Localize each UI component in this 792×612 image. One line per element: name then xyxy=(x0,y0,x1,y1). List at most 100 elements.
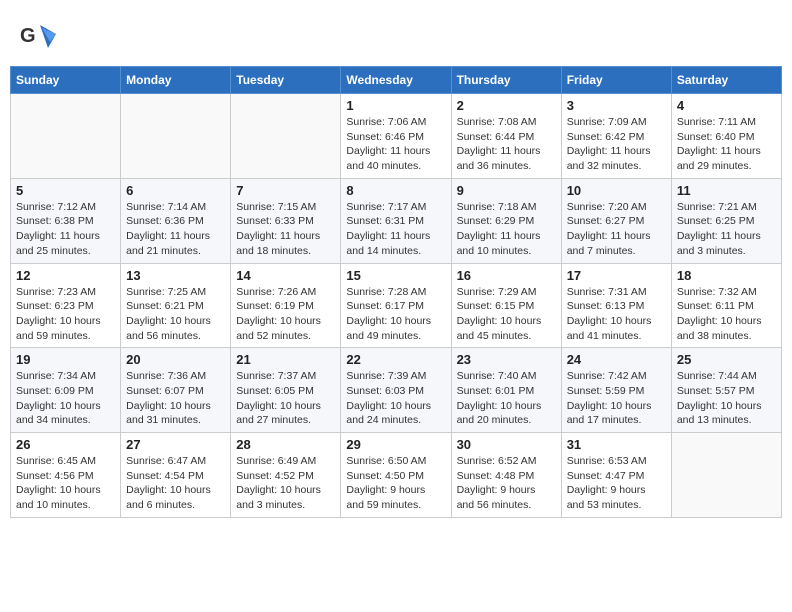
calendar-cell: 24Sunrise: 7:42 AM Sunset: 5:59 PM Dayli… xyxy=(561,348,671,433)
calendar-cell: 16 Sunrise: 7:29 AM Sunset: 6:15 PM Dayli… xyxy=(451,263,561,348)
calendar-cell: 13Sunrise: 7:25 AM Sunset: 6:21 PM Dayli… xyxy=(121,263,231,348)
calendar-cell: 14 Sunrise: 7:26 AM Sunset: 6:19 PM Dayli… xyxy=(231,263,341,348)
day-number: 19 xyxy=(16,352,115,367)
calendar-cell: 12 Sunrise: 7:23 AM Sunset: 6:23 PM Dayli… xyxy=(11,263,121,348)
day-info: Sunrise: 7:42 AM Sunset: 5:59 PM Dayligh… xyxy=(567,369,666,428)
day-number: 18 xyxy=(677,268,776,283)
day-info: Sunrise: 7:09 AM Sunset: 6:42 PM Dayligh… xyxy=(567,115,666,174)
calendar-week-row: 12 Sunrise: 7:23 AM Sunset: 6:23 PM Dayli… xyxy=(11,263,782,348)
day-info: Sunrise: 7:20 AM Sunset: 6:27 PM Dayligh… xyxy=(567,200,666,259)
calendar-cell: 5Sunrise: 7:12 AM Sunset: 6:38 PM Daylig… xyxy=(11,178,121,263)
day-info: Sunrise: 7:36 AM Sunset: 6:07 PM Dayligh… xyxy=(126,369,225,428)
day-number: 12 xyxy=(16,268,115,283)
day-info: Sunrise: 7:17 AM Sunset: 6:31 PM Dayligh… xyxy=(346,200,445,259)
calendar-cell: 19 Sunrise: 7:34 AM Sunset: 6:09 PM Dayli… xyxy=(11,348,121,433)
calendar-cell: 30 Sunrise: 6:52 AM Sunset: 4:48 PM Dayli… xyxy=(451,433,561,518)
calendar-cell: 27Sunrise: 6:47 AM Sunset: 4:54 PM Dayli… xyxy=(121,433,231,518)
day-info: Sunrise: 7:14 AM Sunset: 6:36 PM Dayligh… xyxy=(126,200,225,259)
calendar-cell: 25 Sunrise: 7:44 AM Sunset: 5:57 PM Dayli… xyxy=(671,348,781,433)
day-info: Sunrise: 7:28 AM Sunset: 6:17 PM Dayligh… xyxy=(346,285,445,344)
day-number: 5 xyxy=(16,183,115,198)
calendar-cell: 22Sunrise: 7:39 AM Sunset: 6:03 PM Dayli… xyxy=(341,348,451,433)
day-info: Sunrise: 7:44 AM Sunset: 5:57 PM Dayligh… xyxy=(677,369,776,428)
day-header-thursday: Thursday xyxy=(451,67,561,94)
calendar-cell: 7 Sunrise: 7:15 AM Sunset: 6:33 PM Daylig… xyxy=(231,178,341,263)
day-number: 9 xyxy=(457,183,556,198)
day-number: 6 xyxy=(126,183,225,198)
calendar-table: SundayMondayTuesdayWednesdayThursdayFrid… xyxy=(10,66,782,518)
day-number: 4 xyxy=(677,98,776,113)
day-number: 28 xyxy=(236,437,335,452)
day-number: 10 xyxy=(567,183,666,198)
calendar-cell: 15Sunrise: 7:28 AM Sunset: 6:17 PM Dayli… xyxy=(341,263,451,348)
day-info: Sunrise: 7:21 AM Sunset: 6:25 PM Dayligh… xyxy=(677,200,776,259)
day-header-wednesday: Wednesday xyxy=(341,67,451,94)
calendar-week-row: 26 Sunrise: 6:45 AM Sunset: 4:56 PM Dayli… xyxy=(11,433,782,518)
calendar-cell: 8 Sunrise: 7:17 AM Sunset: 6:31 PM Daylig… xyxy=(341,178,451,263)
day-header-tuesday: Tuesday xyxy=(231,67,341,94)
day-header-friday: Friday xyxy=(561,67,671,94)
day-info: Sunrise: 6:52 AM Sunset: 4:48 PM Dayligh… xyxy=(457,454,556,513)
day-info: Sunrise: 7:11 AM Sunset: 6:40 PM Dayligh… xyxy=(677,115,776,174)
logo: G xyxy=(20,20,58,56)
day-info: Sunrise: 7:31 AM Sunset: 6:13 PM Dayligh… xyxy=(567,285,666,344)
day-info: Sunrise: 7:37 AM Sunset: 6:05 PM Dayligh… xyxy=(236,369,335,428)
calendar-cell: 21 Sunrise: 7:37 AM Sunset: 6:05 PM Dayli… xyxy=(231,348,341,433)
calendar-cell: 1 Sunrise: 7:06 AM Sunset: 6:46 PM Daylig… xyxy=(341,94,451,179)
day-info: Sunrise: 6:50 AM Sunset: 4:50 PM Dayligh… xyxy=(346,454,445,513)
calendar-cell: 26 Sunrise: 6:45 AM Sunset: 4:56 PM Dayli… xyxy=(11,433,121,518)
calendar-cell: 23 Sunrise: 7:40 AM Sunset: 6:01 PM Dayli… xyxy=(451,348,561,433)
calendar-cell: 20 Sunrise: 7:36 AM Sunset: 6:07 PM Dayli… xyxy=(121,348,231,433)
page-header: G xyxy=(10,10,782,61)
day-info: Sunrise: 7:06 AM Sunset: 6:46 PM Dayligh… xyxy=(346,115,445,174)
day-number: 21 xyxy=(236,352,335,367)
calendar-cell: 17 Sunrise: 7:31 AM Sunset: 6:13 PM Dayli… xyxy=(561,263,671,348)
day-info: Sunrise: 7:40 AM Sunset: 6:01 PM Dayligh… xyxy=(457,369,556,428)
calendar-cell xyxy=(231,94,341,179)
day-info: Sunrise: 6:53 AM Sunset: 4:47 PM Dayligh… xyxy=(567,454,666,513)
day-header-saturday: Saturday xyxy=(671,67,781,94)
calendar-cell: 11 Sunrise: 7:21 AM Sunset: 6:25 PM Dayli… xyxy=(671,178,781,263)
calendar-cell: 9 Sunrise: 7:18 AM Sunset: 6:29 PM Daylig… xyxy=(451,178,561,263)
day-number: 7 xyxy=(236,183,335,198)
day-number: 1 xyxy=(346,98,445,113)
day-info: Sunrise: 6:49 AM Sunset: 4:52 PM Dayligh… xyxy=(236,454,335,513)
day-number: 23 xyxy=(457,352,556,367)
day-number: 16 xyxy=(457,268,556,283)
day-number: 30 xyxy=(457,437,556,452)
calendar-header-row: SundayMondayTuesdayWednesdayThursdayFrid… xyxy=(11,67,782,94)
day-number: 2 xyxy=(457,98,556,113)
day-info: Sunrise: 7:25 AM Sunset: 6:21 PM Dayligh… xyxy=(126,285,225,344)
day-info: Sunrise: 7:26 AM Sunset: 6:19 PM Dayligh… xyxy=(236,285,335,344)
day-info: Sunrise: 7:23 AM Sunset: 6:23 PM Dayligh… xyxy=(16,285,115,344)
calendar-cell: 28 Sunrise: 6:49 AM Sunset: 4:52 PM Dayli… xyxy=(231,433,341,518)
day-header-sunday: Sunday xyxy=(11,67,121,94)
day-number: 3 xyxy=(567,98,666,113)
day-number: 31 xyxy=(567,437,666,452)
calendar-week-row: 5Sunrise: 7:12 AM Sunset: 6:38 PM Daylig… xyxy=(11,178,782,263)
calendar-cell xyxy=(671,433,781,518)
calendar-cell: 10 Sunrise: 7:20 AM Sunset: 6:27 PM Dayli… xyxy=(561,178,671,263)
calendar-cell: 4 Sunrise: 7:11 AM Sunset: 6:40 PM Daylig… xyxy=(671,94,781,179)
day-number: 11 xyxy=(677,183,776,198)
day-number: 22 xyxy=(346,352,445,367)
day-info: Sunrise: 6:47 AM Sunset: 4:54 PM Dayligh… xyxy=(126,454,225,513)
day-info: Sunrise: 7:18 AM Sunset: 6:29 PM Dayligh… xyxy=(457,200,556,259)
day-number: 26 xyxy=(16,437,115,452)
day-number: 20 xyxy=(126,352,225,367)
calendar-cell: 18Sunrise: 7:32 AM Sunset: 6:11 PM Dayli… xyxy=(671,263,781,348)
day-number: 25 xyxy=(677,352,776,367)
day-info: Sunrise: 7:29 AM Sunset: 6:15 PM Dayligh… xyxy=(457,285,556,344)
day-number: 17 xyxy=(567,268,666,283)
day-info: Sunrise: 7:15 AM Sunset: 6:33 PM Dayligh… xyxy=(236,200,335,259)
calendar-week-row: 19 Sunrise: 7:34 AM Sunset: 6:09 PM Dayli… xyxy=(11,348,782,433)
logo-icon: G xyxy=(20,20,56,56)
day-info: Sunrise: 7:08 AM Sunset: 6:44 PM Dayligh… xyxy=(457,115,556,174)
calendar-cell xyxy=(11,94,121,179)
day-number: 14 xyxy=(236,268,335,283)
day-info: Sunrise: 6:45 AM Sunset: 4:56 PM Dayligh… xyxy=(16,454,115,513)
day-number: 8 xyxy=(346,183,445,198)
day-number: 29 xyxy=(346,437,445,452)
day-info: Sunrise: 7:34 AM Sunset: 6:09 PM Dayligh… xyxy=(16,369,115,428)
calendar-cell: 29 Sunrise: 6:50 AM Sunset: 4:50 PM Dayli… xyxy=(341,433,451,518)
